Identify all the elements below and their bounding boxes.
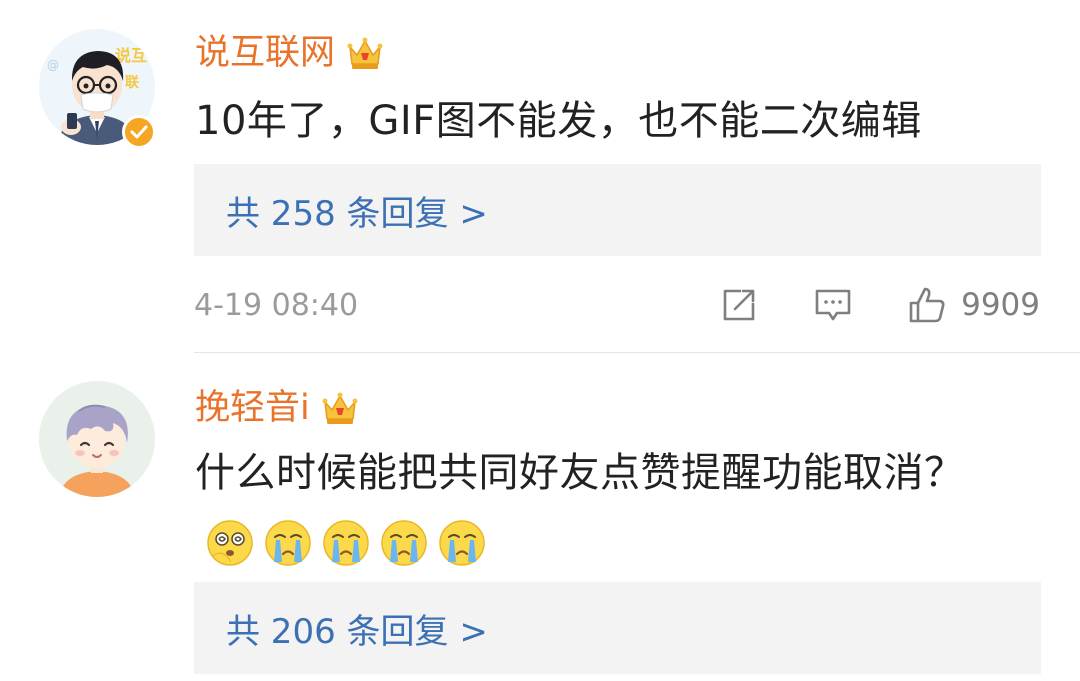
replies-button[interactable]: 共 258 条回复 > [194,164,1041,256]
comment-text: 10年了，GIF图不能发，也不能二次编辑 [195,98,922,144]
username[interactable]: 说互联网 [195,35,335,71]
crying-face-emoji-icon [439,520,485,566]
verified-badge-icon [122,115,156,149]
crown-icon [322,392,358,424]
replies-button[interactable]: 共 206 条回复 > [194,582,1041,674]
share-icon[interactable] [719,285,759,325]
crying-face-emoji-icon [381,520,427,566]
action-bar: 9909 [719,285,1040,325]
crying-face-emoji-icon [323,520,369,566]
comment-text: 什么时候能把共同好友点赞提醒功能取消？ [195,439,985,575]
crying-face-emoji-icon [265,520,311,566]
emoji-group [205,518,487,568]
timestamp: 4-19 08:40 [194,287,359,323]
username-row: 挽轻音i [195,383,360,433]
svg-text:联: 联 [125,75,140,91]
username-row: 说互联网 [195,28,385,78]
like-icon[interactable] [907,285,947,325]
dizzy-face-emoji-icon [207,520,253,566]
replies-count-label: 共 206 条回复 > [226,611,488,652]
avatar-illustration [39,381,155,497]
username[interactable]: 挽轻音i [195,390,310,426]
crown-icon [347,37,383,69]
like-count: 9909 [961,287,1040,323]
comment-item: 说互 联 @ 说互联网 10年了，GIF图不能发，也不能二次编辑 共 258 条… [0,0,1080,353]
comment-item: 挽轻音i 什么时候能把共同好友点赞提醒功能取消？ 共 206 条回复 > [0,353,1080,681]
comment-icon[interactable] [813,285,853,325]
comment-meta: 4-19 08:40 9909 [194,280,1040,330]
replies-count-label: 共 258 条回复 > [226,193,488,234]
comment-text-body: 什么时候能把共同好友点赞提醒功能取消？ [195,450,965,496]
avatar[interactable] [39,381,155,497]
svg-text:@: @ [47,58,59,72]
